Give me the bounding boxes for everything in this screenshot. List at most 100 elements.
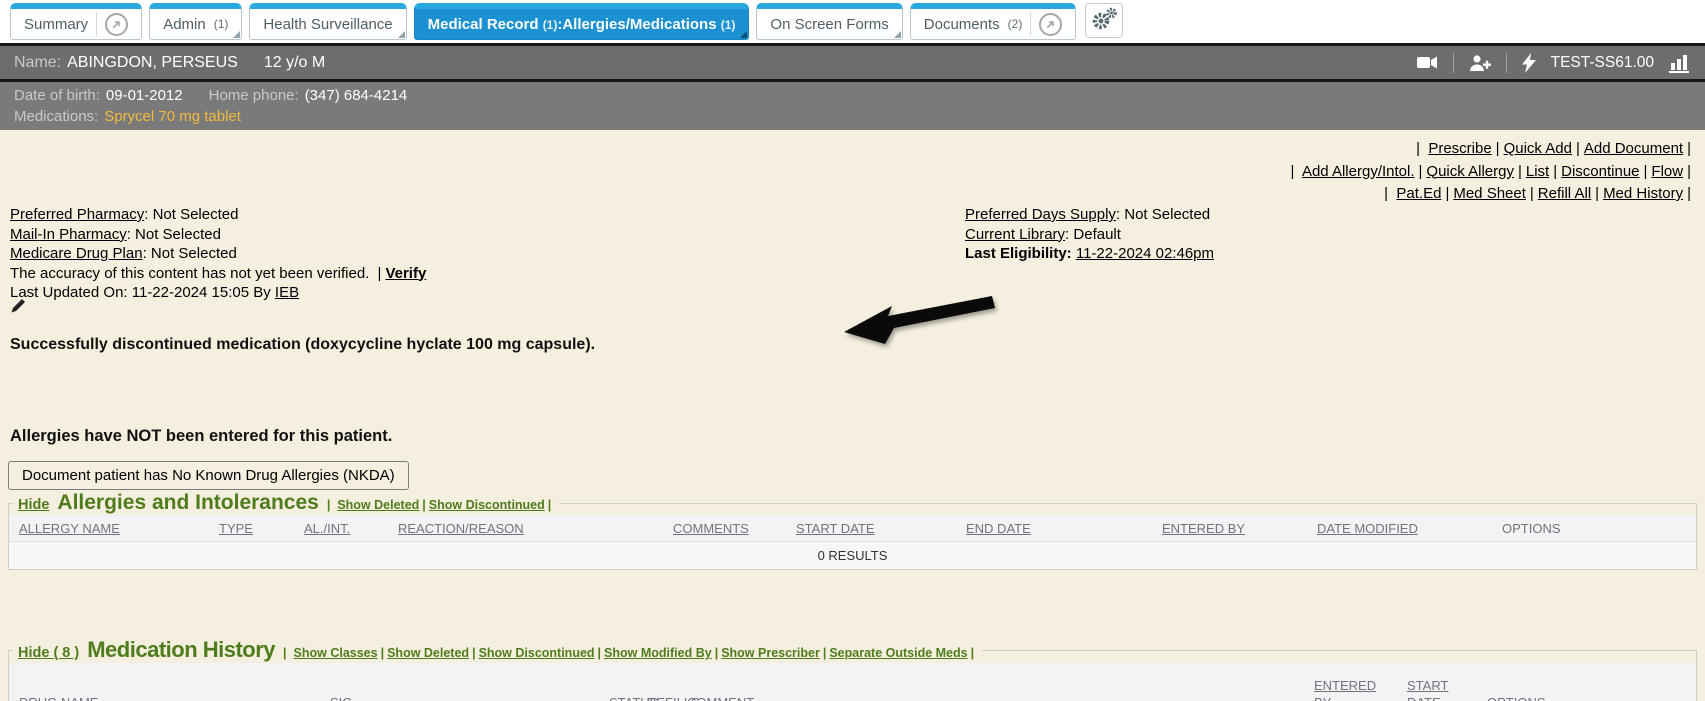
supply-link[interactable]: Preferred Days Supply bbox=[965, 206, 1116, 223]
tab-admin-label: Admin bbox=[163, 16, 206, 33]
nkda-button[interactable]: Document patient has No Known Drug Aller… bbox=[8, 461, 409, 490]
tab-summary-label: Summary bbox=[24, 16, 88, 33]
bar-chart-icon[interactable] bbox=[1669, 53, 1691, 73]
tab-documents[interactable]: Documents (2) bbox=[910, 3, 1077, 40]
column-header[interactable]: START DATE bbox=[796, 521, 966, 536]
content-area: Prescribe|Quick Add|Add Document| Add Al… bbox=[0, 130, 1705, 701]
black-annotation-arrow-left-icon bbox=[842, 293, 1000, 345]
action-link[interactable]: List bbox=[1526, 163, 1549, 180]
tab-forms-label: On Screen Forms bbox=[770, 16, 888, 33]
supply-value: Default bbox=[1065, 226, 1121, 243]
allergies-section-title: Allergies and Intolerances bbox=[57, 491, 318, 515]
action-link[interactable]: Refill All bbox=[1538, 185, 1591, 202]
action-link[interactable]: Med History bbox=[1603, 185, 1683, 202]
column-header[interactable]: ENTERED BY bbox=[1314, 677, 1378, 701]
tab-medical-record[interactable]: Medical Record (1):Allergies/Medications… bbox=[414, 3, 750, 40]
lightning-bolt-icon[interactable] bbox=[1522, 53, 1536, 73]
action-link[interactable]: Flow bbox=[1651, 163, 1683, 180]
medication-section-header: Hide ( 8 ) Medication History Show Class… bbox=[13, 637, 982, 663]
tab-divider bbox=[1030, 12, 1031, 36]
column-header[interactable]: START DATE bbox=[1407, 677, 1459, 701]
column-header[interactable]: END DATE bbox=[966, 521, 1162, 536]
eligibility-line: Last Eligibility: 11-22-2024 02:46pm bbox=[965, 244, 1214, 264]
divider bbox=[1453, 53, 1454, 73]
column-header[interactable]: COMMENT bbox=[687, 694, 1314, 701]
tab-admin[interactable]: Admin (1) bbox=[149, 3, 242, 40]
external-link-circle-icon[interactable] bbox=[1039, 13, 1062, 36]
medication-filter-link[interactable]: Separate Outside Meds bbox=[829, 646, 967, 660]
column-header[interactable]: STATUS bbox=[609, 694, 647, 701]
verify-link[interactable]: Verify bbox=[385, 265, 426, 282]
medication-filter-link[interactable]: Show Classes bbox=[294, 646, 378, 660]
pharmacy-link[interactable]: Medicare Drug Plan bbox=[10, 245, 143, 262]
medication-filter-link[interactable]: Show Discontinued bbox=[479, 646, 595, 660]
medication-filter-link[interactable]: Show Modified By bbox=[604, 646, 712, 660]
tab-bar: Summary Admin (1) Health Surveillance Me… bbox=[0, 0, 1705, 43]
pharmacy-link[interactable]: Preferred Pharmacy bbox=[10, 206, 144, 223]
phone-label: Home phone: bbox=[209, 85, 299, 106]
medication-table-header: DRUG NAME SIG STATUS REFILLS COMMENT ENT… bbox=[9, 663, 1696, 701]
tab-on-screen-forms[interactable]: On Screen Forms bbox=[756, 3, 902, 40]
column-header[interactable]: ENTERED BY bbox=[1162, 521, 1317, 536]
action-row-2: Add Allergy/Intol.|Quick Allergy|List|Di… bbox=[1291, 161, 1695, 184]
tab-fold-icon bbox=[233, 31, 240, 38]
medication-filter-link[interactable]: Show Deleted bbox=[387, 646, 469, 660]
column-header[interactable]: DATE MODIFIED bbox=[1317, 521, 1502, 536]
action-link[interactable]: Discontinue bbox=[1561, 163, 1639, 180]
tab-fold-icon bbox=[740, 31, 747, 38]
column-header[interactable]: TYPE bbox=[219, 521, 304, 536]
action-links: Prescribe|Quick Add|Add Document| Add Al… bbox=[1291, 138, 1695, 206]
action-row-3: Pat.Ed|Med Sheet|Refill All|Med History| bbox=[1291, 183, 1695, 206]
tab-summary[interactable]: Summary bbox=[10, 3, 142, 40]
divider bbox=[1506, 53, 1507, 73]
updated-by-link[interactable]: IEB bbox=[275, 284, 299, 301]
column-header[interactable]: REACTION/REASON bbox=[398, 521, 673, 536]
action-link[interactable]: Pat.Ed bbox=[1396, 185, 1441, 202]
action-link[interactable]: Med Sheet bbox=[1453, 185, 1526, 202]
tab-health-surveillance[interactable]: Health Surveillance bbox=[249, 3, 406, 40]
action-link[interactable]: Quick Allergy bbox=[1426, 163, 1514, 180]
column-header[interactable]: ALLERGY NAME bbox=[19, 521, 219, 536]
action-link[interactable]: Add Allergy/Intol. bbox=[1302, 163, 1415, 180]
medications-label: Medications: bbox=[14, 106, 98, 127]
medication-filter-links: Show Classes|Show Deleted|Show Discontin… bbox=[283, 646, 977, 660]
action-link[interactable]: Quick Add bbox=[1504, 140, 1572, 157]
pencil-icon[interactable] bbox=[10, 298, 26, 314]
patient-age-sex: 12 y/o M bbox=[264, 54, 325, 72]
medication-filter-link[interactable]: Show Prescriber bbox=[721, 646, 820, 660]
supply-link[interactable]: Current Library bbox=[965, 226, 1065, 243]
tab-documents-count: (2) bbox=[1008, 17, 1023, 31]
pharmacy-value: Not Selected bbox=[127, 226, 221, 243]
pharmacy-link[interactable]: Mail-In Pharmacy bbox=[10, 226, 127, 243]
allergies-hide-link[interactable]: Hide bbox=[18, 497, 49, 513]
allergies-section: Hide Allergies and Intolerances Show Del… bbox=[8, 491, 1697, 570]
action-link[interactable]: Prescribe bbox=[1428, 140, 1491, 157]
action-link[interactable]: Add Document bbox=[1584, 140, 1683, 157]
settings-button[interactable] bbox=[1085, 3, 1123, 38]
eligibility-date-link[interactable]: 11-22-2024 02:46pm bbox=[1076, 245, 1214, 262]
action-row-1: Prescribe|Quick Add|Add Document| bbox=[1291, 138, 1695, 161]
banner-icon-group: TEST-SS61.00 bbox=[1417, 53, 1691, 73]
column-header[interactable]: DRUG NAME bbox=[19, 694, 330, 701]
tab-divider bbox=[96, 12, 97, 36]
supply-row: Current LibraryDefault bbox=[965, 225, 1214, 245]
medication-hide-link[interactable]: Hide ( 8 ) bbox=[18, 645, 79, 661]
tab-health-label: Health Surveillance bbox=[263, 16, 392, 33]
last-updated-text: Last Updated On: 11-22-2024 15:05 By bbox=[10, 284, 271, 301]
add-person-icon[interactable] bbox=[1469, 54, 1491, 72]
column-header[interactable]: REFILLS bbox=[647, 694, 687, 701]
external-link-circle-icon[interactable] bbox=[105, 13, 128, 36]
tab-documents-label: Documents bbox=[924, 16, 1000, 33]
column-header[interactable]: SIG bbox=[330, 694, 609, 701]
column-header[interactable]: AL./INT. bbox=[304, 521, 398, 536]
video-camera-icon[interactable] bbox=[1417, 54, 1438, 71]
allergies-filter-link[interactable]: Show Discontinued bbox=[429, 498, 545, 512]
last-updated-line: Last Updated On: 11-22-2024 15:05 By IEB bbox=[10, 283, 426, 303]
name-label: Name: bbox=[14, 54, 61, 72]
column-header[interactable]: COMMENTS bbox=[673, 521, 796, 536]
allergies-filter-link[interactable]: Show Deleted bbox=[337, 498, 419, 512]
phone-value: (347) 684-4214 bbox=[305, 85, 408, 106]
medications-value[interactable]: Sprycel 70 mg tablet bbox=[104, 106, 241, 127]
tab-fold-icon bbox=[894, 31, 901, 38]
column-header-options: OPTIONS bbox=[1502, 521, 1561, 536]
